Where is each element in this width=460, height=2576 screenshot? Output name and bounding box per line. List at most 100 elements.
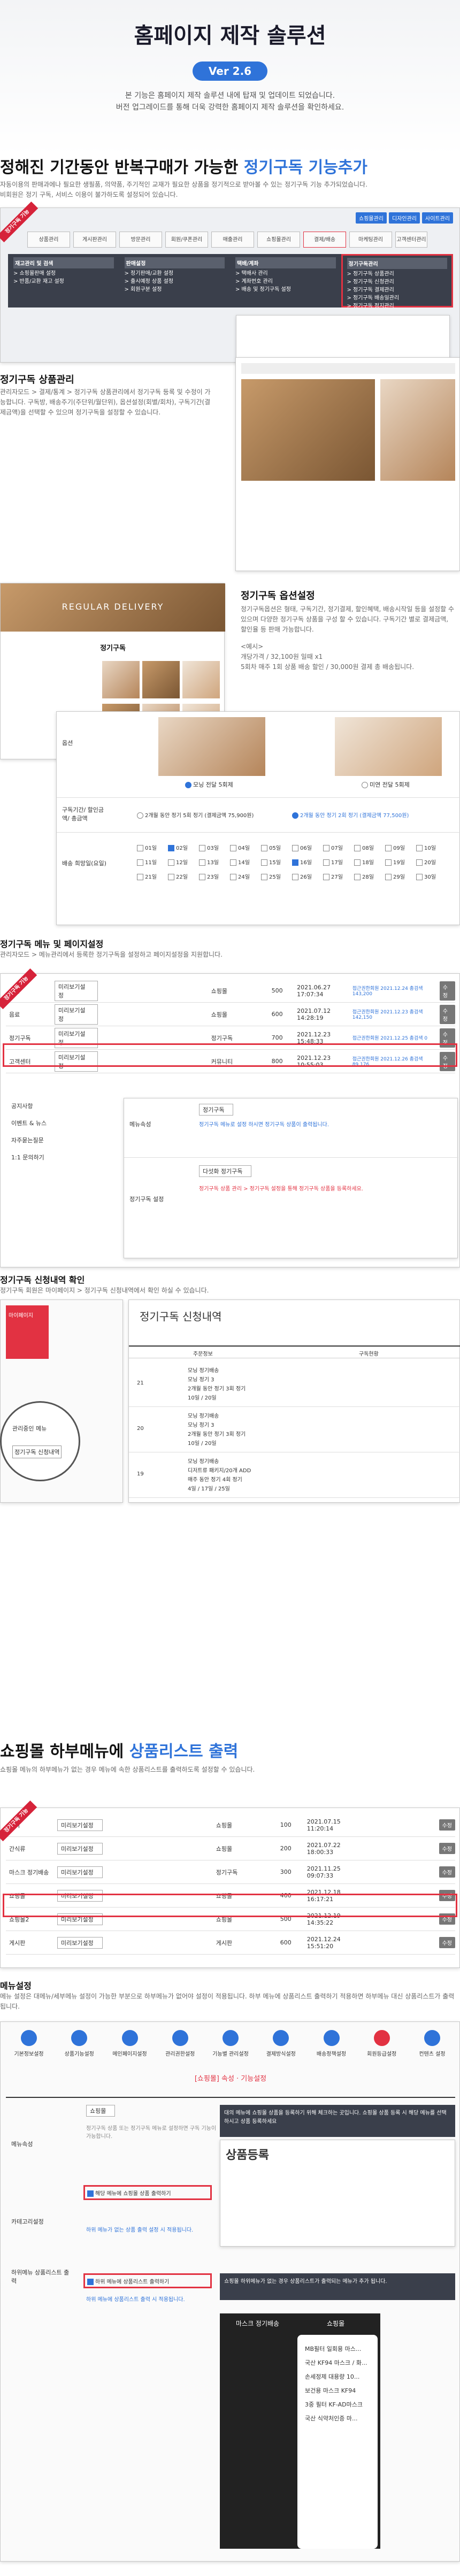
ship-day-option[interactable]: 29일 [385, 872, 416, 880]
cell-name[interactable]: 정기구독 [6, 1034, 51, 1042]
edit-button[interactable]: 수정 [439, 1843, 455, 1854]
cat-check[interactable]: 해당 메뉴에 쇼핑몰 상품 출력하기 [83, 2185, 212, 2200]
checkbox-icon[interactable] [87, 2190, 94, 2197]
menu-item[interactable]: > 출시예정 상품 설정 [125, 276, 225, 284]
radio-icon[interactable] [137, 812, 143, 819]
menu-item[interactable]: > 반품/교환 재고 설정 [13, 276, 114, 284]
tab-item-active[interactable]: 결제/배송 [303, 232, 346, 248]
ship-day-option[interactable]: 03일 [199, 843, 230, 851]
preview-select[interactable]: 미리보기설정 [57, 1819, 103, 1831]
preview-select[interactable]: 미리보기설정 [57, 1866, 103, 1878]
checkbox-icon[interactable] [323, 859, 329, 866]
checkbox-icon[interactable] [385, 845, 392, 851]
preview-select[interactable]: 미리보기설정 [54, 980, 98, 1001]
ship-day-option[interactable]: 14일 [230, 858, 261, 866]
edit-button[interactable]: 수정 [439, 1937, 455, 1948]
top-link[interactable]: 디자인관리 [389, 212, 420, 224]
checkbox-icon[interactable] [137, 874, 143, 880]
tab-item[interactable]: 매출관리 [211, 232, 254, 248]
mobile-tab[interactable]: 마스크 정기배송 [236, 2319, 279, 2328]
option-image-a[interactable] [158, 717, 265, 776]
order-row[interactable]: 20 모닝 정기배송 모닝 정기 3 2개월 동안 정기 3회 정기 10일 / 20일 [129, 1407, 460, 1452]
ship-day-option[interactable]: 25일 [261, 872, 292, 880]
mypage-item[interactable]: 관리중인 메뉴 [12, 1424, 47, 1433]
ship-day-option[interactable]: 22일 [168, 872, 199, 880]
checkbox-icon[interactable] [416, 859, 423, 866]
tab-item[interactable]: 방문관리 [119, 232, 162, 248]
cell-name[interactable]: 게시판 [6, 1939, 54, 1947]
ship-day-option[interactable]: 15일 [261, 858, 292, 866]
cell-name[interactable]: 간식류 [6, 1844, 54, 1853]
mobile-item[interactable]: MB필터 일회용 마스... [305, 2342, 370, 2356]
preview-select[interactable]: 미리보기설정 [57, 1936, 103, 1949]
checkbox-icon[interactable] [323, 874, 329, 880]
edit-button[interactable]: 수정 [439, 981, 455, 1001]
menu-item[interactable]: > 정기구독 배송일관리 [347, 293, 448, 301]
ship-day-option[interactable]: 08일 [354, 843, 385, 851]
checkbox-icon[interactable] [137, 845, 143, 851]
period-option-a[interactable]: 2개월 동안 정기 5회 정기 (결제금액 75,900원) [137, 811, 254, 819]
sub-row[interactable]: 이벤트 & 뉴스 [11, 1115, 47, 1132]
product-thumb[interactable] [102, 661, 140, 698]
checkbox-icon[interactable] [292, 845, 298, 851]
sub-setting-select[interactable]: 다섯화 정기구독 [199, 1165, 252, 1177]
checkbox-icon[interactable] [199, 859, 205, 866]
checkbox-icon[interactable] [168, 845, 174, 851]
checkbox-icon[interactable] [292, 859, 298, 866]
sub-row[interactable]: 공지사항 [11, 1098, 47, 1115]
preview-select[interactable]: 미리보기설정 [57, 1842, 103, 1855]
setting-icon-button[interactable]: 결제방식설정 [258, 2030, 304, 2062]
period-option-b[interactable]: 2개월 동안 정기 2회 정기 (결제금액 77,500원) [292, 811, 409, 819]
setting-icon-button[interactable]: 기능별 관리설정 [208, 2030, 254, 2062]
ship-day-option[interactable]: 28일 [354, 872, 385, 880]
mobile-item[interactable]: 국산 식약처인증 마... [305, 2412, 370, 2426]
setting-icon-button[interactable]: 메인페이지설정 [107, 2030, 153, 2062]
tab-item[interactable]: 상품관리 [27, 232, 70, 248]
option-image-b[interactable] [335, 717, 442, 776]
setting-icon-button[interactable]: 기본정보설정 [6, 2030, 52, 2062]
option-a[interactable]: 모닝 전달 5회제 [185, 780, 233, 789]
menu-item[interactable]: > 정기구독 결제관리 [347, 285, 448, 293]
ship-day-option[interactable]: 11일 [137, 858, 168, 866]
ship-day-option[interactable]: 20일 [416, 858, 447, 866]
setting-icon-button[interactable]: 관리권한설정 [157, 2030, 203, 2062]
option-b[interactable]: 미연 전달 5회제 [362, 780, 410, 789]
ship-day-option[interactable]: 06일 [292, 843, 323, 851]
checkbox-icon[interactable] [354, 874, 361, 880]
checkbox-icon[interactable] [168, 859, 174, 866]
menu-item[interactable]: > 회원구분 설정 [125, 284, 225, 293]
ship-day-option[interactable]: 04일 [230, 843, 261, 851]
checkbox-icon[interactable] [261, 859, 267, 866]
ship-day-option[interactable]: 23일 [199, 872, 230, 880]
ship-day-option[interactable]: 24일 [230, 872, 261, 880]
tab-item[interactable]: 게시판관리 [73, 232, 116, 248]
ship-day-option[interactable]: 02일 [168, 843, 199, 851]
setting-icon-button[interactable]: 회원등급설정 [359, 2030, 405, 2062]
edit-button[interactable]: 수정 [439, 1004, 455, 1024]
tab-item[interactable]: 마케팅관리 [349, 232, 392, 248]
sub-row[interactable]: 1:1 문의하기 [11, 1149, 47, 1166]
setting-icon-button[interactable]: 컨텐츠 설정 [409, 2030, 455, 2062]
checkbox-icon[interactable] [292, 874, 298, 880]
ship-day-option[interactable]: 13일 [199, 858, 230, 866]
cell-name[interactable]: 마스크 정기배송 [6, 1868, 54, 1877]
menu-item[interactable]: > 계좌번호 관리 [235, 276, 336, 284]
checkbox-icon[interactable] [261, 845, 267, 851]
checkbox-icon[interactable] [385, 859, 392, 866]
mobile-item[interactable]: 3중 필터 KF-AD마스크 [305, 2398, 370, 2412]
ship-day-option[interactable]: 21일 [137, 872, 168, 880]
ship-day-option[interactable]: 19일 [385, 858, 416, 866]
top-link[interactable]: 쇼핑몰관리 [356, 212, 387, 224]
checkbox-icon[interactable] [137, 859, 143, 866]
menu-item[interactable]: > 배송 및 정기구독 설정 [235, 284, 336, 293]
menu-item[interactable]: > 택배사 관리 [235, 268, 336, 276]
ship-day-option[interactable]: 26일 [292, 872, 323, 880]
tab-item[interactable]: 쇼핑몰관리 [257, 232, 300, 248]
edit-button[interactable]: 수정 [439, 1866, 455, 1878]
checkbox-icon[interactable] [168, 874, 174, 880]
order-row[interactable]: 19 모닝 정기배송 디저트류 패키지/20개 ADD 매주 동안 정기 4회 정기 4… [129, 1452, 460, 1498]
tab-item[interactable]: 회원/쿠폰관리 [165, 232, 208, 248]
checkbox-icon[interactable] [87, 2279, 94, 2285]
product-thumb[interactable] [182, 661, 220, 698]
ship-day-option[interactable]: 01일 [137, 843, 168, 851]
